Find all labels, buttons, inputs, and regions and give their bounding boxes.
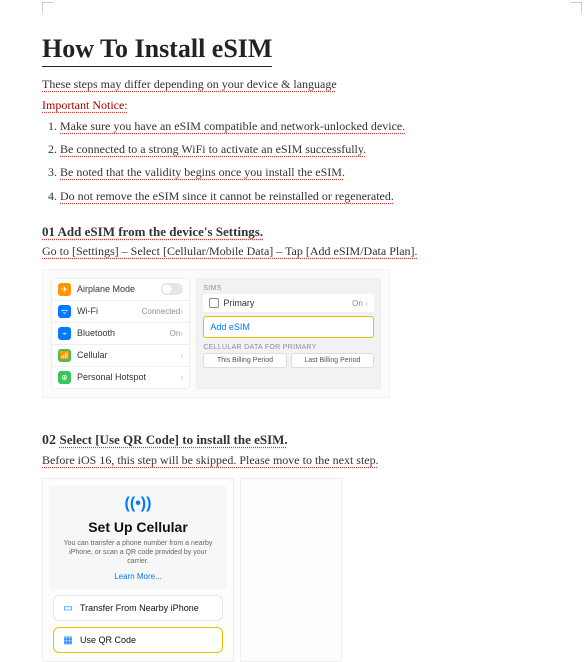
sims-header: SIMs bbox=[203, 285, 374, 292]
row-cellular[interactable]: 📶 Cellular › bbox=[52, 345, 189, 367]
airplane-toggle[interactable] bbox=[161, 283, 183, 295]
primary-label: Primary bbox=[223, 298, 254, 308]
step2-heading: 02 Select [Use QR Code] to install the e… bbox=[42, 432, 546, 449]
important-item: Do not remove the eSIM since it cannot b… bbox=[60, 187, 546, 206]
figure-settings: ✈ Airplane Mode ᯤ Wi-Fi Connected › ⌁ Bl… bbox=[42, 269, 390, 398]
wifi-label: Wi-Fi bbox=[77, 306, 142, 316]
use-qr-code-option[interactable]: ▦ Use QR Code bbox=[53, 627, 223, 653]
figure-setup-cellular: ((•)) Set Up Cellular You can transfer a… bbox=[42, 478, 234, 662]
important-list: Make sure you have an eSIM compatible an… bbox=[42, 117, 546, 206]
step1-hint: Go to [Settings] – Select [Cellular/Mobi… bbox=[42, 244, 546, 259]
row-hotspot[interactable]: ⊕ Personal Hotspot › bbox=[52, 367, 189, 388]
transfer-nearby-label: Transfer From Nearby iPhone bbox=[80, 603, 199, 613]
chevron-right-icon: › bbox=[180, 328, 183, 338]
cellular-icon: 📶 bbox=[58, 349, 71, 362]
settings-right-pane: SIMs Primary On › Add eSIM CELLULAR DATA… bbox=[196, 278, 381, 389]
antenna-icon: ((•)) bbox=[59, 495, 217, 513]
chevron-right-icon: › bbox=[180, 350, 183, 360]
bluetooth-icon: ⌁ bbox=[58, 327, 71, 340]
settings-left-pane: ✈ Airplane Mode ᯤ Wi-Fi Connected › ⌁ Bl… bbox=[51, 278, 190, 389]
primary-sim-row[interactable]: Primary On › bbox=[203, 294, 374, 312]
important-item: Make sure you have an eSIM compatible an… bbox=[60, 117, 546, 136]
seg-this-period[interactable]: This Billing Period bbox=[203, 353, 286, 368]
add-esim-button[interactable]: Add eSIM bbox=[203, 316, 374, 338]
transfer-nearby-option[interactable]: ▭ Transfer From Nearby iPhone bbox=[53, 595, 223, 621]
page-title: How To Install eSIM bbox=[42, 34, 272, 67]
use-qr-label: Use QR Code bbox=[80, 635, 136, 645]
bluetooth-status: On bbox=[170, 329, 181, 338]
phone-icon: ▭ bbox=[62, 602, 74, 614]
subtitle: These steps may differ depending on your… bbox=[42, 77, 546, 92]
step1-heading: 01 Add eSIM from the device's Settings. bbox=[42, 224, 546, 240]
airplane-label: Airplane Mode bbox=[77, 284, 161, 294]
important-item: Be noted that the validity begins once y… bbox=[60, 163, 546, 182]
figure-placeholder bbox=[240, 478, 342, 662]
airplane-icon: ✈ bbox=[58, 283, 71, 296]
step2-hint: Before iOS 16, this step will be skipped… bbox=[42, 453, 546, 468]
learn-more-link[interactable]: Learn More... bbox=[59, 572, 217, 581]
seg-last-period[interactable]: Last Billing Period bbox=[291, 353, 374, 368]
qr-icon: ▦ bbox=[62, 634, 74, 646]
row-wifi[interactable]: ᯤ Wi-Fi Connected › bbox=[52, 301, 189, 323]
wifi-status: Connected bbox=[142, 307, 181, 316]
setup-cellular-title: Set Up Cellular bbox=[59, 519, 217, 535]
cellular-label: Cellular bbox=[77, 350, 180, 360]
bluetooth-label: Bluetooth bbox=[77, 328, 170, 338]
setup-cellular-body: You can transfer a phone number from a n… bbox=[59, 539, 217, 566]
hotspot-icon: ⊕ bbox=[58, 371, 71, 384]
hotspot-label: Personal Hotspot bbox=[77, 372, 180, 382]
wifi-icon: ᯤ bbox=[58, 305, 71, 318]
billing-segment: This Billing Period Last Billing Period bbox=[203, 353, 374, 368]
important-notice-heading: Important Notice: bbox=[42, 98, 546, 113]
row-airplane[interactable]: ✈ Airplane Mode bbox=[52, 279, 189, 301]
chevron-right-icon: › bbox=[365, 298, 368, 308]
cellular-data-header: CELLULAR DATA FOR PRIMARY bbox=[203, 344, 374, 351]
primary-status: On bbox=[352, 299, 363, 308]
chevron-right-icon: › bbox=[180, 306, 183, 316]
sim-icon bbox=[209, 298, 219, 308]
row-bluetooth[interactable]: ⌁ Bluetooth On › bbox=[52, 323, 189, 345]
important-item: Be connected to a strong WiFi to activat… bbox=[60, 140, 546, 159]
chevron-right-icon: › bbox=[180, 372, 183, 382]
